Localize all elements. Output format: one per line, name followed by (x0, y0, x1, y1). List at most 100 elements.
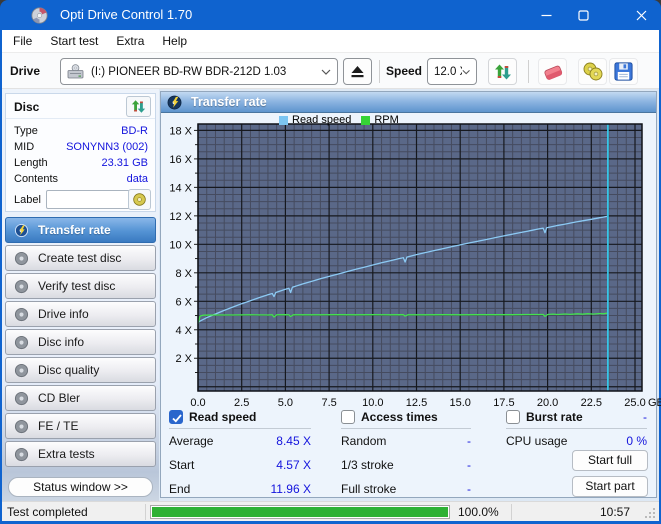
speed-select[interactable]: 12.0 X (427, 58, 477, 85)
svg-text:20.0: 20.0 (537, 397, 558, 409)
disc-row-type: Type BD-R (6, 124, 155, 140)
toolbar-separator (379, 60, 380, 83)
eject-button[interactable] (343, 58, 372, 85)
disc-contents-value: data (127, 173, 148, 185)
nav-item-cd-bler[interactable]: CD Bler (5, 385, 156, 411)
cd-bler-icon (14, 391, 29, 406)
start-full-button[interactable]: Start full (572, 450, 648, 471)
access-times-checkbox[interactable] (341, 410, 355, 424)
speed-value: 12.0 X (434, 66, 462, 78)
disc-contents-label: Contents (14, 173, 58, 185)
transfer-rate-icon (167, 95, 182, 110)
maximize-button[interactable] (568, 1, 598, 29)
end-label: End (169, 482, 190, 496)
app-window: Opti Drive Control 1.70 File Start test … (0, 0, 661, 524)
random-label: Random (341, 434, 386, 448)
refresh-icon (131, 99, 146, 114)
disc-info-icon (14, 335, 29, 350)
nav-item-disc-quality[interactable]: Disc quality (5, 357, 156, 383)
svg-text:22.5: 22.5 (581, 397, 602, 409)
average-value: 8.45 X (251, 434, 311, 448)
app-cd-icon (31, 7, 48, 24)
minimize-button[interactable] (531, 1, 561, 29)
svg-text:6 X: 6 X (175, 296, 192, 308)
start-part-button[interactable]: Start part (572, 476, 648, 497)
sidebar: Disc Type BD-R MID (2, 89, 159, 501)
eraser-icon (541, 61, 565, 83)
nav-label: Disc info (38, 335, 84, 349)
status-window-button[interactable]: Status window >> (8, 477, 153, 497)
rpm-legend-label: RPM (374, 114, 398, 126)
disc-tools-button[interactable] (578, 58, 607, 85)
disc-label-input[interactable] (46, 190, 130, 209)
end-value: 11.96 X (251, 482, 311, 496)
menu-start-test[interactable]: Start test (41, 32, 107, 50)
nav-item-transfer-rate[interactable]: Transfer rate (5, 217, 156, 243)
random-value: - (421, 434, 471, 448)
svg-text:7.5: 7.5 (321, 397, 336, 409)
gold-disc-icon (132, 192, 147, 207)
toolbar-separator (528, 60, 529, 83)
verify-test-disc-icon (14, 279, 29, 294)
disc-row-length: Length 23.31 GB (6, 156, 155, 172)
svg-text:2 X: 2 X (175, 353, 192, 365)
save-button[interactable] (609, 58, 638, 85)
drive-icon (67, 64, 84, 79)
status-bar: Test completed 100.0% 10:57 (2, 501, 659, 521)
erase-disc-button[interactable] (538, 58, 567, 85)
read-speed-checkbox[interactable] (169, 410, 183, 424)
menu-bar: File Start test Extra Help (2, 30, 659, 52)
burst-rate-checkbox[interactable] (506, 410, 520, 424)
nav-item-verify-test-disc[interactable]: Verify test disc (5, 273, 156, 299)
body: Disc Type BD-R MID (2, 89, 659, 501)
resize-grip-icon[interactable] (644, 507, 656, 519)
svg-text:10.0: 10.0 (362, 397, 383, 409)
progress-bar (150, 505, 450, 519)
svg-text:4 X: 4 X (175, 325, 192, 337)
nav-item-create-test-disc[interactable]: Create test disc (5, 245, 156, 271)
menu-file[interactable]: File (4, 32, 41, 50)
read-speed-section-label: Read speed (189, 410, 256, 424)
check-icon (171, 412, 183, 424)
full-stroke-value: - (421, 482, 471, 496)
svg-text:12.5: 12.5 (406, 397, 427, 409)
rule (506, 428, 647, 429)
svg-text:12 X: 12 X (169, 211, 192, 223)
cpu-usage-value: 0 % (597, 434, 647, 448)
yellow-discs-icon (582, 61, 604, 82)
start-label: Start (169, 458, 194, 472)
menu-help[interactable]: Help (153, 32, 196, 50)
refresh-speeds-button[interactable] (488, 58, 517, 85)
nav-item-disc-info[interactable]: Disc info (5, 329, 156, 355)
svg-text:18 X: 18 X (169, 125, 192, 137)
full-stroke-label: Full stroke (341, 482, 396, 496)
nav-item-drive-info[interactable]: Drive info (5, 301, 156, 327)
title-bar: Opti Drive Control 1.70 (0, 0, 661, 30)
create-test-disc-icon (14, 251, 29, 266)
nav-item-extra-tests[interactable]: Extra tests (5, 441, 156, 467)
close-button[interactable] (626, 1, 656, 29)
svg-text:0.0: 0.0 (190, 397, 205, 409)
chevron-down-icon (462, 69, 470, 75)
toolbar: Drive (I:) PIONEER BD-RW BDR-212D 1.03 S… (2, 52, 659, 89)
statusbar-separator (145, 504, 146, 520)
progress-percent: 100.0% (458, 505, 499, 519)
elapsed-time: 10:57 (570, 505, 630, 519)
svg-text:GB: GB (648, 397, 661, 409)
status-text: Test completed (7, 505, 88, 519)
disc-panel-title: Disc (14, 100, 39, 114)
nav-item-fe-te[interactable]: FE / TE (5, 413, 156, 439)
drive-select[interactable]: (I:) PIONEER BD-RW BDR-212D 1.03 (60, 58, 338, 85)
disc-panel-header: Disc (6, 94, 155, 119)
nav-label: Disc quality (38, 363, 99, 377)
burst-rate-section-label: Burst rate (526, 410, 583, 424)
read-speed-swatch (279, 116, 288, 125)
disc-refresh-button[interactable] (126, 96, 151, 117)
svg-text:16 X: 16 X (169, 154, 192, 166)
disc-label-button[interactable] (128, 189, 151, 210)
disc-type-value: BD-R (121, 125, 148, 137)
disc-panel: Disc Type BD-R MID (5, 93, 156, 212)
disc-label-label: Label (14, 194, 41, 206)
menu-extra[interactable]: Extra (107, 32, 153, 50)
burst-rate-value: - (597, 410, 647, 424)
